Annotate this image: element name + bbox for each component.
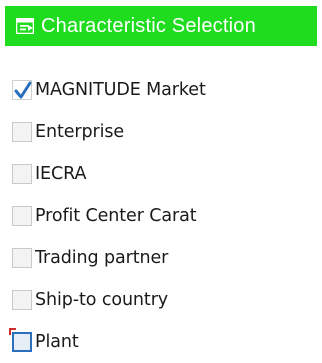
characteristic-item-trading-partner[interactable]: Trading partner — [9, 237, 309, 279]
characteristic-label: Profit Center Carat — [35, 206, 197, 226]
selection-list-icon — [15, 17, 35, 35]
characteristic-label: Trading partner — [35, 248, 169, 268]
panel-header: Characteristic Selection — [5, 6, 317, 46]
checkbox-unchecked[interactable] — [12, 290, 32, 310]
characteristic-item-iecra[interactable]: IECRA — [9, 153, 309, 195]
characteristic-item-profit-center-carat[interactable]: Profit Center Carat — [9, 195, 309, 237]
checkbox-unchecked[interactable] — [12, 248, 32, 268]
checkbox-unchecked[interactable] — [12, 164, 32, 184]
characteristic-label: Enterprise — [35, 122, 125, 142]
characteristic-item-plant[interactable]: Plant — [9, 321, 309, 363]
characteristic-label: MAGNITUDE Market — [35, 80, 206, 100]
characteristic-item-ship-to-country[interactable]: Ship-to country — [9, 279, 309, 321]
checkbox-unchecked[interactable] — [12, 122, 32, 142]
characteristic-label: Plant — [35, 332, 79, 352]
characteristic-item-enterprise[interactable]: Enterprise — [9, 111, 309, 153]
checkbox-checked[interactable] — [12, 80, 32, 100]
checkbox-unchecked-focused[interactable] — [12, 332, 32, 352]
checkmark-icon — [14, 81, 32, 99]
characteristic-list: MAGNITUDE Market Enterprise IECRA Profit… — [9, 69, 309, 363]
characteristic-item-magnitude-market[interactable]: MAGNITUDE Market — [9, 69, 309, 111]
panel-title: Characteristic Selection — [41, 14, 256, 37]
characteristic-label: IECRA — [35, 164, 87, 184]
checkbox-unchecked[interactable] — [12, 206, 32, 226]
characteristic-label: Ship-to country — [35, 290, 169, 310]
